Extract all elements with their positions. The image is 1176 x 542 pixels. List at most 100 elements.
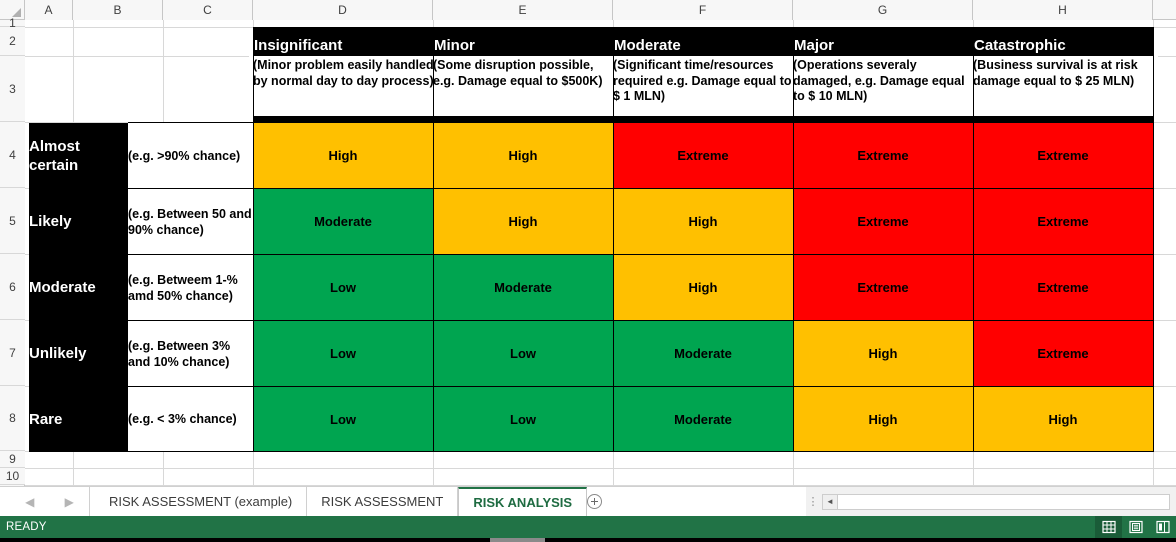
row-header-2-label: 2 (9, 34, 16, 48)
risk-cell-label: High (328, 148, 358, 163)
risk-cell-label: Extreme (1037, 346, 1089, 361)
likelihood-desc-likely[interactable]: (e.g. Between 50 and 90% chance) (128, 188, 254, 255)
status-bar: READY (0, 516, 1176, 538)
risk-cell[interactable]: High (792, 320, 974, 387)
row-header-5[interactable]: 5 (0, 188, 25, 254)
column-header-f[interactable]: F (613, 0, 793, 20)
likelihood-label-almost-certain[interactable]: Almost certain (29, 122, 128, 189)
sheet-tab-risk-assessment-example[interactable]: RISK ASSESSMENT (example) (95, 487, 308, 516)
row-header-10-label: 10 (5, 469, 20, 483)
likelihood-label-rare[interactable]: Rare (29, 386, 128, 452)
risk-cell[interactable]: Moderate (612, 320, 794, 387)
row-header-1[interactable]: 1 (0, 16, 25, 30)
risk-cell[interactable]: Extreme (792, 188, 974, 255)
risk-cell-label: High (508, 148, 538, 163)
column-header-b-label: B (113, 3, 122, 17)
row-header-7[interactable]: 7 (0, 320, 25, 386)
column-header-e[interactable]: E (433, 0, 613, 20)
likelihood-desc-unlikely[interactable]: (e.g. Between 3% and 10% chance) (128, 320, 254, 387)
risk-cell[interactable]: High (432, 122, 614, 189)
column-header-b[interactable]: B (73, 0, 163, 20)
consequence-description: (Significant time/resources required e.g… (609, 56, 798, 116)
likelihood-desc-text: (e.g. >90% chance) (128, 148, 241, 163)
risk-cell[interactable]: High (792, 386, 974, 452)
risk-cell[interactable]: Low (252, 320, 434, 387)
consequence-header-minor[interactable]: Minor (Some disruption possible, e.g. Da… (429, 27, 618, 123)
column-header-g[interactable]: G (793, 0, 973, 20)
page-break-preview-icon (1155, 520, 1170, 534)
risk-cell[interactable]: High (252, 122, 434, 189)
row-header-6[interactable]: 6 (0, 254, 25, 320)
consequence-header-moderate[interactable]: Moderate (Significant time/resources req… (609, 27, 798, 123)
row-header-3[interactable]: 3 (0, 56, 25, 122)
risk-cell-label: Low (510, 346, 536, 361)
column-header-h[interactable]: H (973, 0, 1153, 20)
risk-cell[interactable]: Extreme (972, 254, 1154, 321)
risk-cell[interactable]: High (612, 188, 794, 255)
risk-cell[interactable]: High (972, 386, 1154, 452)
add-sheet-button[interactable] (580, 487, 608, 516)
page-layout-view-button[interactable] (1122, 516, 1149, 538)
risk-cell[interactable]: High (612, 254, 794, 321)
risk-cell[interactable]: Extreme (792, 254, 974, 321)
matrix-row-almost-certain: Almost certain (e.g. >90% chance) High H… (29, 122, 1154, 189)
risk-cell[interactable]: Low (252, 386, 434, 452)
scroll-left-icon[interactable]: ◄ (823, 494, 838, 509)
next-sheet-icon[interactable]: ▶ (65, 496, 74, 508)
sheet-tabs: RISK ASSESSMENT (example) RISK ASSESSMEN… (95, 487, 588, 516)
column-header-h-label: H (1058, 3, 1067, 17)
likelihood-label-moderate[interactable]: Moderate (29, 254, 128, 321)
risk-cell[interactable]: Extreme (972, 122, 1154, 189)
row-header-9[interactable]: 9 (0, 451, 25, 468)
consequence-header-band: Insignificant (Minor problem easily hand… (249, 27, 1158, 123)
consequence-header-major[interactable]: Major (Operations severaly damaged, e.g.… (789, 27, 978, 123)
prev-sheet-icon[interactable]: ◀ (25, 496, 34, 508)
risk-cell[interactable]: Low (432, 386, 614, 452)
column-header-a[interactable]: A (25, 0, 73, 20)
column-header-c[interactable]: C (163, 0, 253, 20)
row-header-2[interactable]: 2 (0, 27, 25, 56)
risk-cell[interactable]: Moderate (252, 188, 434, 255)
normal-view-button[interactable] (1095, 516, 1122, 538)
consequence-description: (Some disruption possible, e.g. Damage e… (429, 56, 618, 116)
risk-cell[interactable]: Moderate (432, 254, 614, 321)
consequence-header-insignificant[interactable]: Insignificant (Minor problem easily hand… (249, 27, 438, 123)
risk-cell[interactable]: Extreme (972, 320, 1154, 387)
risk-cell[interactable]: High (432, 188, 614, 255)
likelihood-label-unlikely[interactable]: Unlikely (29, 320, 128, 387)
sheet-tab-risk-assessment[interactable]: RISK ASSESSMENT (307, 487, 459, 516)
column-header-d[interactable]: D (253, 0, 433, 20)
row-header-8[interactable]: 8 (0, 386, 25, 451)
row-header-10[interactable]: 10 (0, 468, 25, 485)
likelihood-desc-almost-certain[interactable]: (e.g. >90% chance) (128, 122, 254, 189)
consequence-title: Moderate (614, 37, 681, 54)
matrix-row-rare: Rare (e.g. < 3% chance) Low Low Moderate… (29, 386, 1154, 452)
risk-cell[interactable]: Extreme (612, 122, 794, 189)
likelihood-label-text: Unlikely (29, 345, 87, 362)
risk-cell-label: High (688, 280, 718, 295)
risk-cell[interactable]: Moderate (612, 386, 794, 452)
risk-cell-label: Low (330, 280, 356, 295)
row-header-4[interactable]: 4 (0, 122, 25, 188)
risk-cell[interactable]: Low (432, 320, 614, 387)
risk-cell-label: Extreme (1037, 148, 1089, 163)
risk-cell-label: Extreme (857, 148, 909, 163)
consequence-header-catastrophic[interactable]: Catastrophic (Business survival is at ri… (969, 27, 1158, 123)
risk-cell-label: Extreme (677, 148, 729, 163)
tab-split-grip[interactable]: ⋮ (806, 487, 820, 516)
sheet-tab-label: RISK ASSESSMENT (321, 494, 444, 509)
sheet-tab-risk-analysis[interactable]: RISK ANALYSIS (458, 487, 588, 516)
horizontal-scrollbar[interactable]: ◄ (822, 493, 1170, 510)
page-break-preview-button[interactable] (1149, 516, 1176, 538)
risk-cell[interactable]: Extreme (792, 122, 974, 189)
risk-cell-label: High (868, 411, 898, 427)
column-header-a-label: A (44, 3, 53, 17)
likelihood-desc-moderate[interactable]: (e.g. Betweem 1-% amd 50% chance) (128, 254, 254, 321)
window-resize-grip[interactable] (490, 538, 545, 542)
risk-cell-label: Moderate (314, 214, 372, 229)
risk-cell[interactable]: Extreme (972, 188, 1154, 255)
likelihood-label-likely[interactable]: Likely (29, 188, 128, 255)
risk-cell[interactable]: Low (252, 254, 434, 321)
likelihood-desc-rare[interactable]: (e.g. < 3% chance) (128, 386, 254, 452)
risk-cell-label: Moderate (494, 280, 552, 295)
